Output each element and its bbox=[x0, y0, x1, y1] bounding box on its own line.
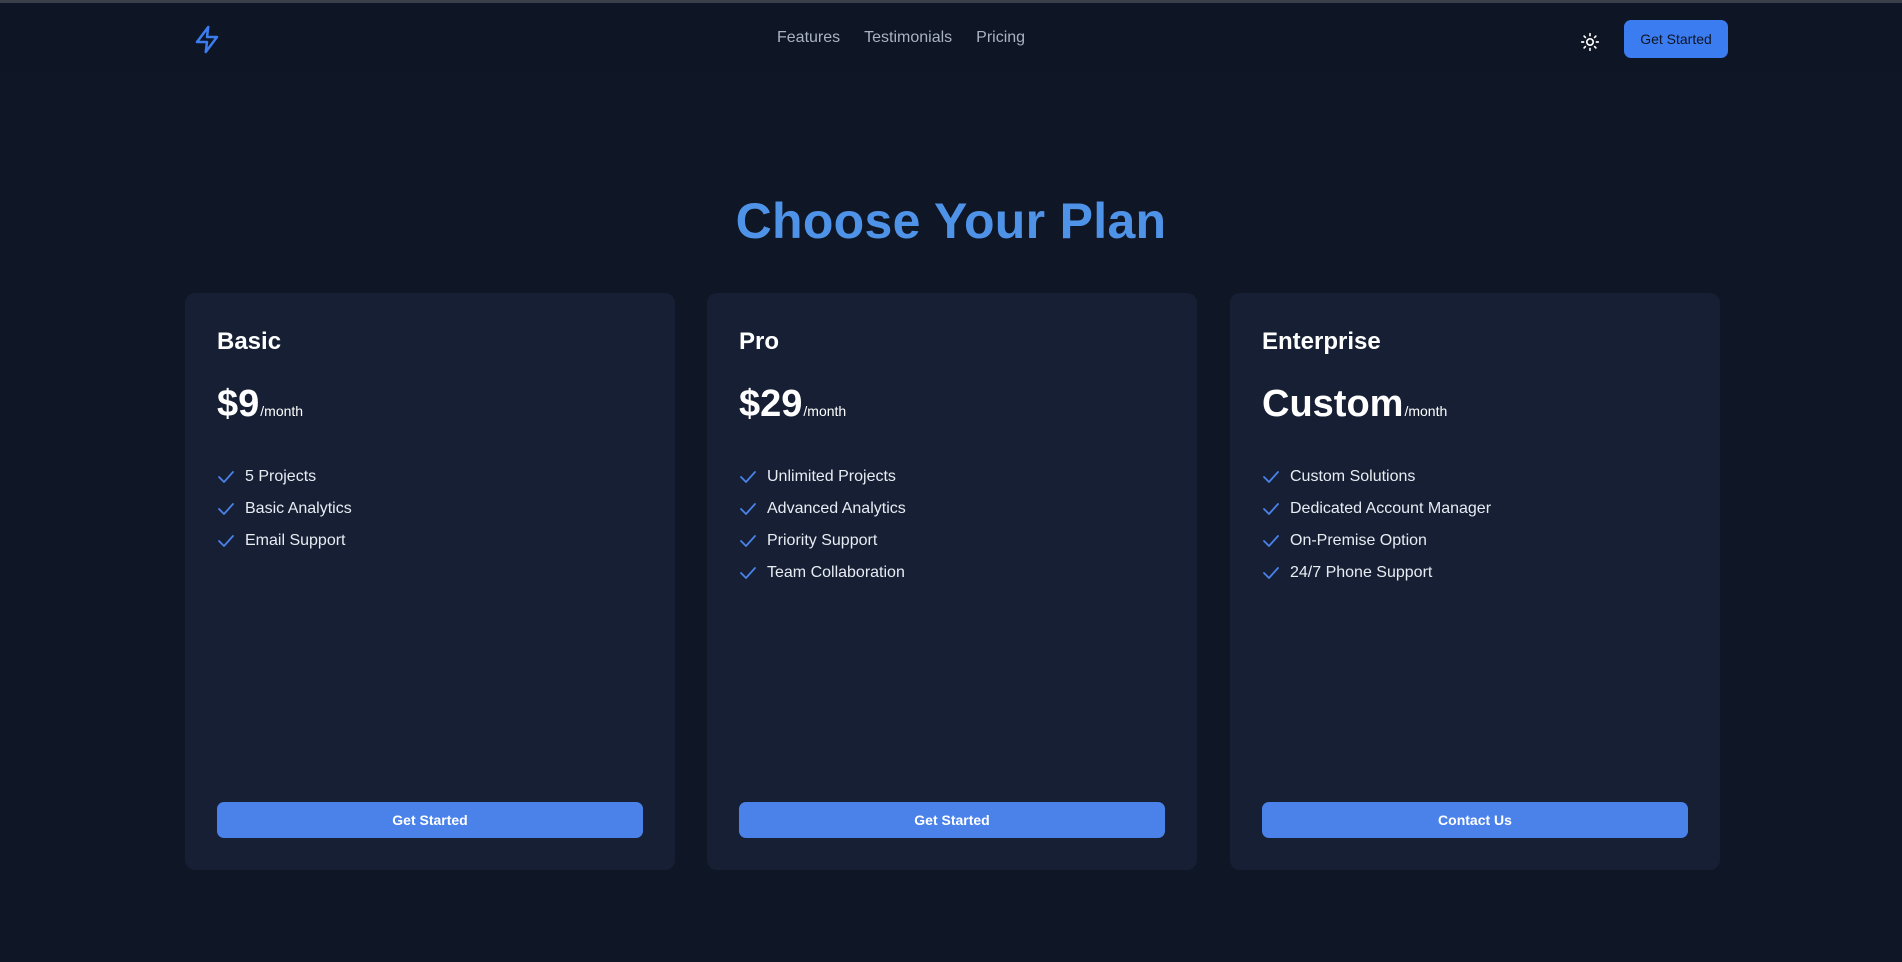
feature-item: Team Collaboration bbox=[739, 557, 906, 589]
check-icon bbox=[740, 567, 756, 579]
plan-card-enterprise: Enterprise Custom /month Custom Solution… bbox=[1230, 293, 1720, 870]
feature-label: Basic Analytics bbox=[245, 500, 352, 517]
feature-label: 5 Projects bbox=[245, 468, 317, 485]
check-icon bbox=[740, 535, 756, 547]
price-amount: $9 bbox=[217, 383, 260, 425]
plan-price: Custom /month bbox=[1262, 383, 1447, 426]
plan-name: Enterprise bbox=[1262, 328, 1381, 355]
feature-item: 24/7 Phone Support bbox=[1262, 557, 1491, 589]
price-amount: Custom bbox=[1262, 383, 1404, 425]
check-icon bbox=[218, 535, 234, 547]
feature-item: Dedicated Account Manager bbox=[1262, 493, 1491, 525]
feature-item: Email Support bbox=[217, 525, 352, 557]
nav-links: Features Testimonials Pricing bbox=[777, 29, 1049, 47]
feature-item: 5 Projects bbox=[217, 461, 352, 493]
plan-price: $9 /month bbox=[217, 383, 303, 426]
feature-label: Team Collaboration bbox=[767, 564, 905, 581]
nav-link-pricing[interactable]: Pricing bbox=[976, 29, 1025, 47]
nav-link-features[interactable]: Features bbox=[777, 29, 840, 47]
feature-list: Custom Solutions Dedicated Account Manag… bbox=[1262, 461, 1491, 589]
feature-item: Unlimited Projects bbox=[739, 461, 906, 493]
navbar: Features Testimonials Pricing Get Starte… bbox=[0, 3, 1902, 73]
feature-item: Priority Support bbox=[739, 525, 906, 557]
check-icon bbox=[740, 503, 756, 515]
feature-list: Unlimited Projects Advanced Analytics Pr… bbox=[739, 461, 906, 589]
page-title: Choose Your Plan bbox=[735, 193, 1167, 249]
feature-label: Email Support bbox=[245, 532, 346, 549]
plan-card-basic: Basic $9 /month 5 Projects Basic Analyti… bbox=[185, 293, 675, 870]
feature-label: 24/7 Phone Support bbox=[1290, 564, 1433, 581]
feature-label: On-Premise Option bbox=[1290, 532, 1427, 549]
lightning-bolt-icon[interactable] bbox=[192, 23, 222, 56]
check-icon bbox=[1263, 535, 1279, 547]
feature-label: Priority Support bbox=[767, 532, 878, 549]
plan-name: Basic bbox=[217, 328, 282, 355]
price-period: /month bbox=[1404, 403, 1448, 419]
feature-item: On-Premise Option bbox=[1262, 525, 1491, 557]
check-icon bbox=[1263, 503, 1279, 515]
check-icon bbox=[218, 503, 234, 515]
feature-item: Custom Solutions bbox=[1262, 461, 1491, 493]
basic-get-started-button[interactable]: Get Started bbox=[217, 802, 643, 838]
check-icon bbox=[218, 471, 234, 483]
feature-label: Unlimited Projects bbox=[767, 468, 896, 485]
sun-icon[interactable] bbox=[1579, 31, 1601, 53]
check-icon bbox=[740, 471, 756, 483]
price-period: /month bbox=[803, 403, 847, 419]
feature-item: Advanced Analytics bbox=[739, 493, 906, 525]
feature-label: Custom Solutions bbox=[1290, 468, 1416, 485]
contact-us-button[interactable]: Contact Us bbox=[1262, 802, 1688, 838]
plan-name: Pro bbox=[739, 328, 780, 355]
feature-list: 5 Projects Basic Analytics Email Support bbox=[217, 461, 352, 557]
price-period: /month bbox=[260, 403, 304, 419]
check-icon bbox=[1263, 567, 1279, 579]
feature-label: Advanced Analytics bbox=[767, 500, 906, 517]
get-started-button[interactable]: Get Started bbox=[1624, 20, 1728, 58]
feature-label: Dedicated Account Manager bbox=[1290, 500, 1492, 517]
plan-card-pro: Pro $29 /month Unlimited Projects Advanc… bbox=[707, 293, 1197, 870]
feature-item: Basic Analytics bbox=[217, 493, 352, 525]
plan-price: $29 /month bbox=[739, 383, 846, 426]
nav-link-testimonials[interactable]: Testimonials bbox=[864, 29, 952, 47]
price-amount: $29 bbox=[739, 383, 803, 425]
check-icon bbox=[1263, 471, 1279, 483]
pro-get-started-button[interactable]: Get Started bbox=[739, 802, 1165, 838]
